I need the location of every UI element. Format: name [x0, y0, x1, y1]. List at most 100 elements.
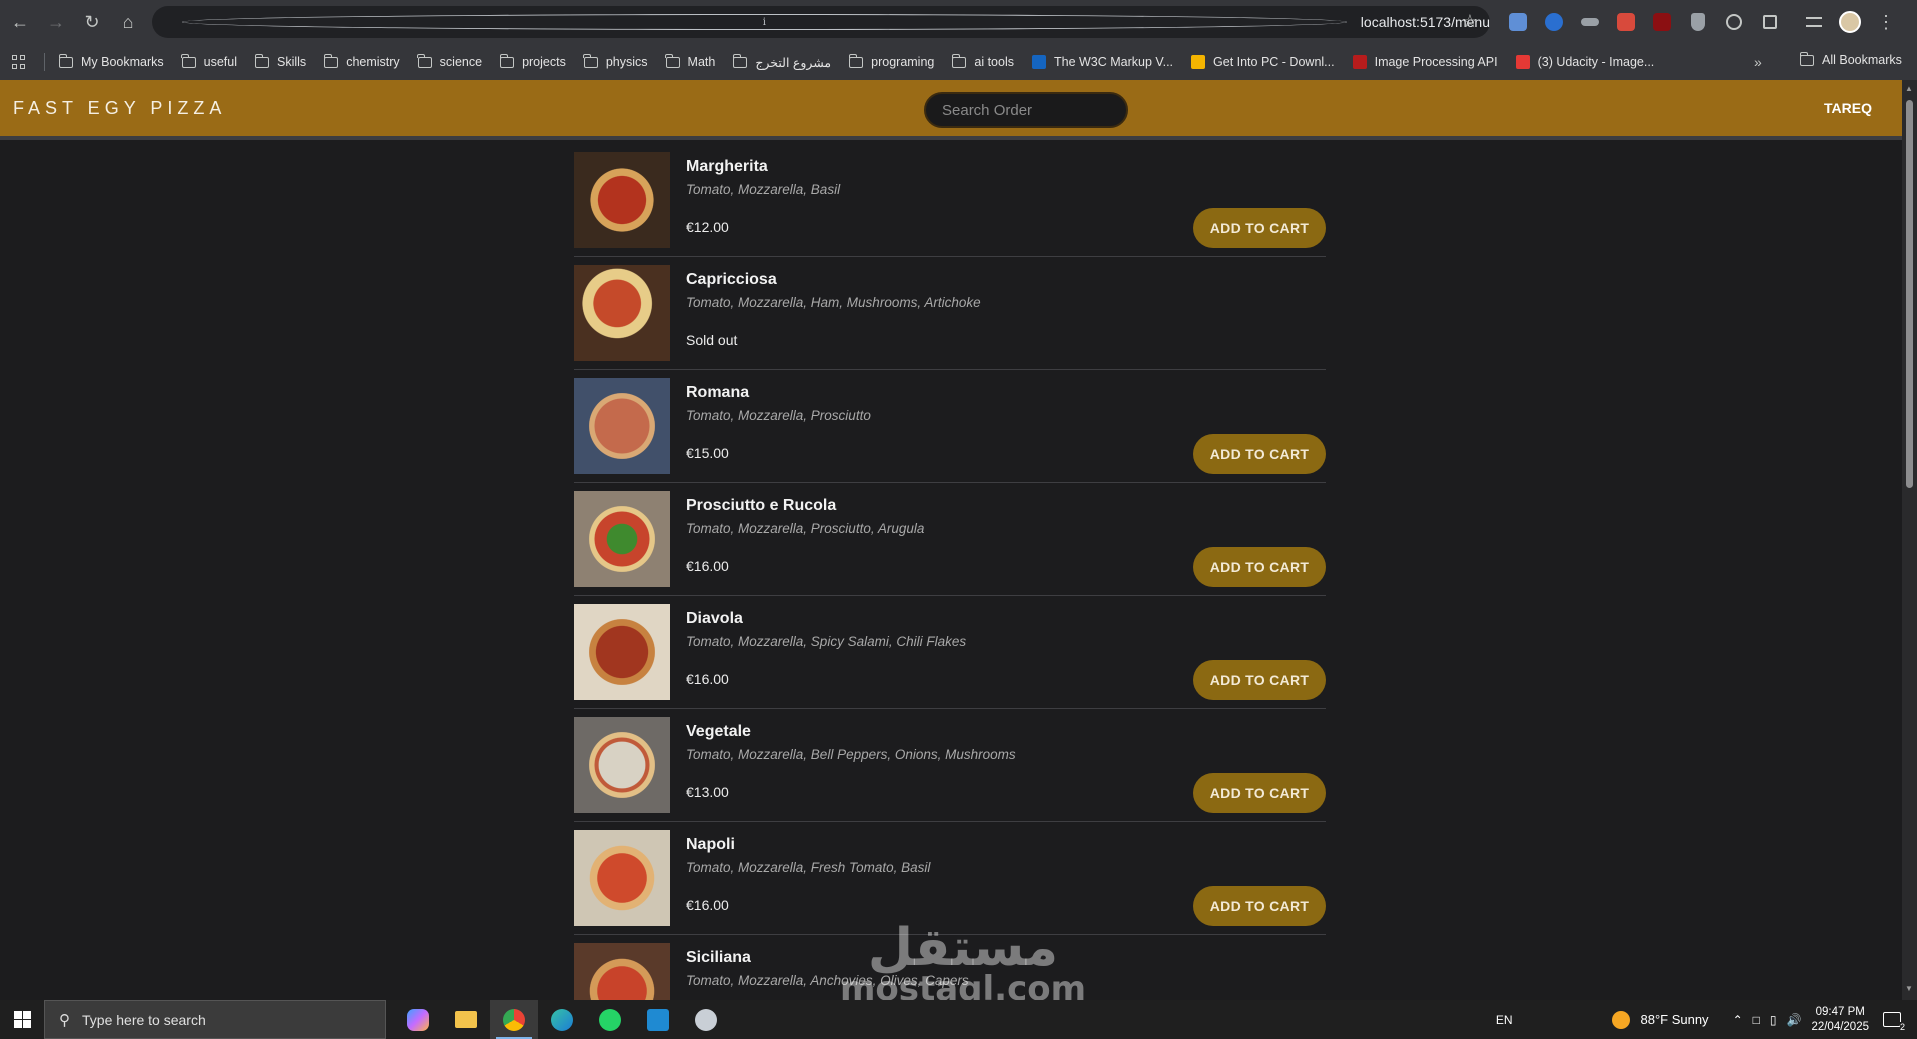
- pizza-image: [574, 717, 670, 813]
- red-extension-icon[interactable]: [1608, 8, 1644, 36]
- app-taskbar-icon[interactable]: [682, 1000, 730, 1039]
- folder-icon: [951, 53, 967, 68]
- page-scrollbar[interactable]: ▲ ▼: [1902, 80, 1917, 1000]
- pizza-name: Diavola: [686, 610, 743, 627]
- app-logo[interactable]: FAST EGY PIZZA: [13, 98, 226, 119]
- clock[interactable]: 09:47 PM 22/04/2025: [1811, 1005, 1869, 1035]
- pizza-name: Napoli: [686, 836, 735, 853]
- scrollbar-thumb[interactable]: [1906, 100, 1913, 488]
- bookmark-item[interactable]: ai tools: [951, 53, 1014, 69]
- add-to-cart-button[interactable]: ADD TO CART: [1193, 434, 1326, 474]
- all-bookmarks[interactable]: All Bookmarks: [1799, 51, 1902, 67]
- puzzle-extensions-icon[interactable]: [1752, 8, 1788, 36]
- pizza-ingredients: Tomato, Mozzarella, Prosciutto: [686, 408, 871, 423]
- taskbar-search[interactable]: ⚲ Type here to search: [44, 1000, 386, 1039]
- bookmark-item[interactable]: science: [417, 53, 483, 69]
- file-explorer-taskbar-icon[interactable]: [442, 1000, 490, 1039]
- add-to-cart-button[interactable]: ADD TO CART: [1193, 886, 1326, 926]
- sold-out-label: Sold out: [686, 332, 738, 348]
- folder-icon: [417, 53, 432, 68]
- bookmark-item[interactable]: programing: [848, 53, 934, 69]
- weather-text[interactable]: 88°F Sunny: [1640, 1012, 1708, 1027]
- bookmark-item[interactable]: Image Processing API: [1352, 55, 1498, 69]
- home-icon[interactable]: ⌂: [110, 4, 146, 40]
- bookmarks-bar: My Bookmarks useful Skills chemistry science…: [0, 44, 1917, 80]
- bookmark-label: Math: [687, 55, 716, 69]
- bookmark-item[interactable]: The W3C Markup V...: [1031, 55, 1173, 69]
- add-to-cart-button[interactable]: ADD TO CART: [1193, 547, 1326, 587]
- pizza-name: Vegetale: [686, 723, 751, 740]
- address-bar[interactable]: i localhost:5173/menu ☆: [152, 6, 1490, 38]
- pizza-image: [574, 265, 670, 361]
- shield-extension-icon[interactable]: [1680, 8, 1716, 36]
- notifications-icon[interactable]: 2: [1883, 1012, 1905, 1032]
- copilot-taskbar-icon[interactable]: [394, 1000, 442, 1039]
- bookmark-item[interactable]: projects: [499, 53, 566, 69]
- browser-menu-icon[interactable]: ⋮: [1868, 8, 1904, 36]
- language-indicator[interactable]: EN: [1496, 1013, 1513, 1027]
- vscode-taskbar-icon[interactable]: [634, 1000, 682, 1039]
- windows-taskbar: ⚲ Type here to search EN 88°F Sunny ⌃ □ …: [0, 1000, 1917, 1039]
- bookmark-item[interactable]: مشروع التخرج: [732, 53, 831, 70]
- network-icon[interactable]: □: [1753, 1013, 1760, 1027]
- bookmark-label: projects: [522, 55, 566, 69]
- ublock-extension-icon[interactable]: [1644, 8, 1680, 36]
- apps-grid-icon[interactable]: [12, 55, 26, 69]
- show-hidden-icons-icon[interactable]: ⌃: [1733, 1013, 1743, 1027]
- profile-avatar[interactable]: [1832, 8, 1868, 36]
- chrome-taskbar-icon[interactable]: [490, 1000, 538, 1039]
- site-info-icon[interactable]: i: [182, 14, 1347, 30]
- folder-icon: [323, 53, 339, 68]
- favicon-icon: [1515, 55, 1530, 69]
- reading-list-icon[interactable]: [1796, 8, 1832, 36]
- add-to-cart-button[interactable]: ADD TO CART: [1193, 660, 1326, 700]
- globe-extension-icon[interactable]: [1716, 8, 1752, 36]
- volume-icon[interactable]: 🔊: [1786, 1013, 1801, 1027]
- bookmark-item[interactable]: (3) Udacity - Image...: [1515, 55, 1655, 69]
- menu-list: Margherita Tomato, Mozzarella, Basil €12.0…: [574, 152, 1326, 1000]
- start-icon[interactable]: [0, 1000, 44, 1039]
- camera-extension-icon[interactable]: [1500, 8, 1536, 36]
- bookmark-label: science: [439, 55, 483, 69]
- menu-item: Siciliana Tomato, Mozzarella, Anchovies, …: [574, 935, 1326, 1000]
- edge-taskbar-icon[interactable]: [538, 1000, 586, 1039]
- bookmark-star-icon[interactable]: ☆: [1462, 11, 1478, 32]
- weather-sun-icon[interactable]: [1612, 1010, 1631, 1029]
- bookmark-item[interactable]: Math: [665, 53, 716, 69]
- more-bookmarks-icon[interactable]: »: [1754, 54, 1762, 70]
- add-to-cart-button[interactable]: ADD TO CART: [1193, 208, 1326, 248]
- app-viewport: FAST EGY PIZZA TAREQ Margherita Tomato, M…: [0, 80, 1902, 1000]
- scroll-down-icon[interactable]: ▼: [1905, 984, 1913, 993]
- bookmark-item[interactable]: Skills: [254, 53, 306, 69]
- bookmark-item[interactable]: Get Into PC - Downl...: [1191, 55, 1335, 69]
- folder-icon: [499, 53, 515, 68]
- forward-icon[interactable]: →: [38, 4, 74, 40]
- battery-icon[interactable]: ▯: [1770, 1013, 1777, 1027]
- scroll-up-icon[interactable]: ▲: [1905, 84, 1913, 93]
- circle-extension-icon[interactable]: [1536, 8, 1572, 36]
- folder-icon: [732, 53, 748, 68]
- pizza-image: [574, 604, 670, 700]
- reload-icon[interactable]: ↻: [74, 4, 110, 40]
- bookmark-item[interactable]: physics: [583, 53, 648, 69]
- pizza-name: Romana: [686, 384, 750, 401]
- bookmark-item[interactable]: My Bookmarks: [58, 53, 164, 69]
- bookmark-item[interactable]: chemistry: [323, 53, 400, 69]
- menu-item: Margherita Tomato, Mozzarella, Basil €12.0…: [574, 152, 1326, 257]
- bookmark-item[interactable]: useful: [181, 53, 237, 69]
- menu-item: Romana Tomato, Mozzarella, Prosciutto €15.…: [574, 370, 1326, 483]
- pizza-price: €13.00: [686, 784, 729, 800]
- bookmark-label: (3) Udacity - Image...: [1537, 55, 1655, 69]
- whatsapp-taskbar-icon[interactable]: [586, 1000, 634, 1039]
- pizza-name: Siciliana: [686, 949, 751, 966]
- pizza-ingredients: Tomato, Mozzarella, Fresh Tomato, Basil: [686, 860, 931, 875]
- back-icon[interactable]: ←: [2, 4, 38, 40]
- menu-item: Diavola Tomato, Mozzarella, Spicy Salami,…: [574, 596, 1326, 709]
- menu-item-info: Siciliana Tomato, Mozzarella, Anchovies, …: [686, 935, 1326, 1000]
- pizza-ingredients: Tomato, Mozzarella, Basil: [686, 182, 841, 197]
- add-to-cart-button[interactable]: ADD TO CART: [1193, 773, 1326, 813]
- app-header: FAST EGY PIZZA TAREQ: [0, 80, 1902, 140]
- glasses-extension-icon[interactable]: [1572, 8, 1608, 36]
- pizza-price: €15.00: [686, 445, 729, 461]
- search-order-input[interactable]: [924, 92, 1128, 128]
